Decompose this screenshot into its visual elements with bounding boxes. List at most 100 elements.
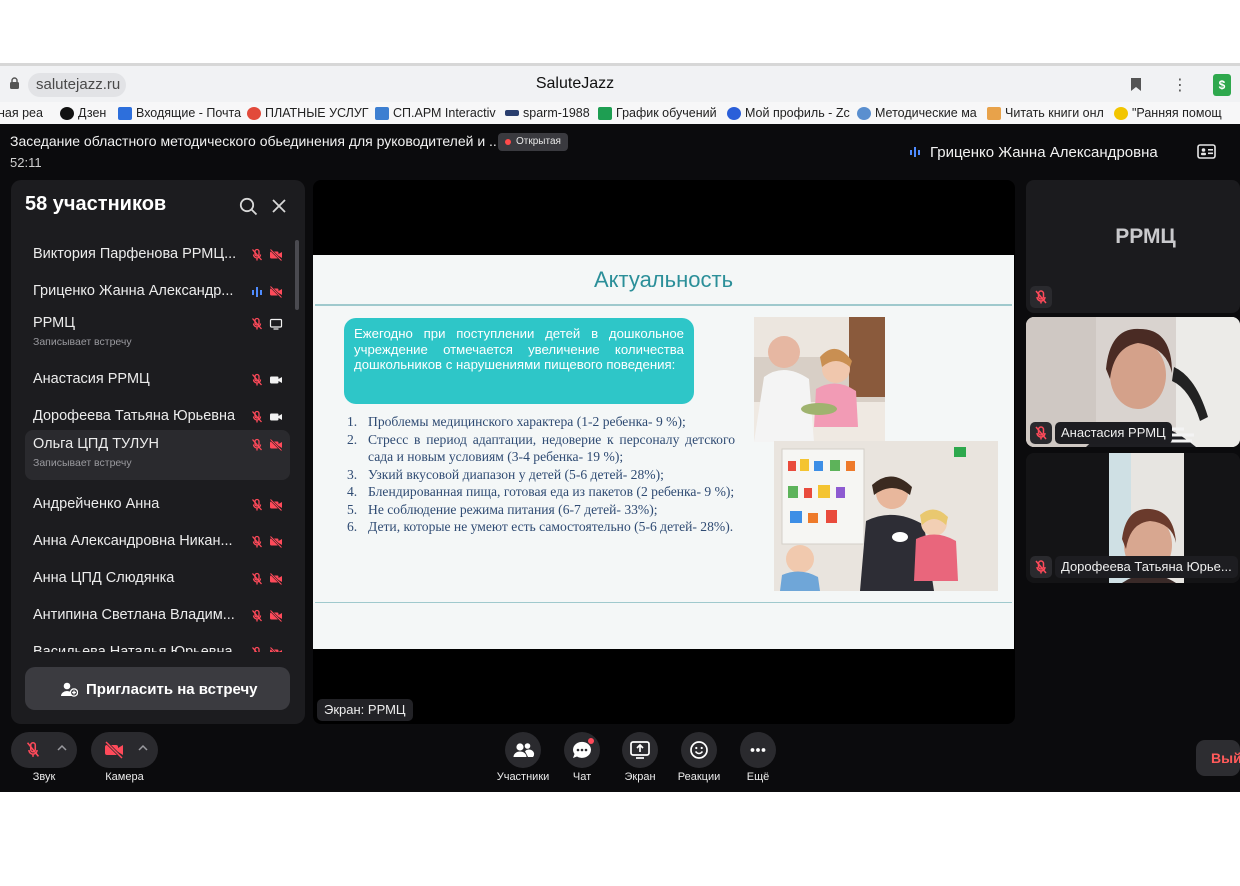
record-dot-icon — [505, 139, 511, 145]
slide-photo-children — [774, 441, 998, 591]
mic-muted-icon — [250, 572, 264, 586]
camera-off-icon — [269, 285, 283, 299]
participant-row[interactable]: Гриценко Жанна Александр... — [25, 277, 290, 307]
more-label: Ещё — [746, 771, 770, 783]
chat-button[interactable] — [564, 732, 600, 768]
more-button[interactable] — [740, 732, 776, 768]
mic-muted-icon — [250, 535, 264, 549]
participant-name: Дорофеева Татьяна Юрьевна — [33, 408, 236, 424]
tile-name: РРМЦ — [1115, 225, 1176, 248]
reactions-button[interactable] — [681, 732, 717, 768]
participant-name: Андрейченко Анна — [33, 496, 160, 512]
slide-list-item: 1. Проблемы медицинского характера (1-2 р… — [347, 413, 735, 431]
mic-muted-icon — [250, 498, 264, 512]
bookmark-item[interactable]: СП.АРМ Interactiv — [375, 106, 496, 120]
participant-row[interactable]: Ольга ЦПД ТУЛУН Записывает встречу — [25, 430, 290, 480]
participant-name: Гриценко Жанна Александр... — [33, 283, 234, 299]
screen-share-icon — [269, 317, 283, 331]
sound-control[interactable] — [11, 732, 77, 768]
slide-callout: Ежегодно при поступлении детей в дошколь… — [344, 318, 694, 404]
chat-label: Чат — [572, 771, 592, 783]
bookmark-item[interactable]: Мой профиль - Zc — [727, 106, 850, 120]
slide-list-number: 2. — [347, 431, 358, 447]
slide-photo-feeding — [754, 317, 885, 442]
participant-row[interactable]: РРМЦ Записывает встречу — [25, 309, 290, 359]
slide-title: Актуальность — [593, 267, 734, 292]
participants-button[interactable] — [505, 732, 541, 768]
layout-toggle-icon[interactable] — [1197, 144, 1216, 159]
speaking-icon — [910, 146, 920, 158]
slide-list-item: 5. Не соблюдение режима питания (6-7 дете… — [347, 501, 735, 519]
slide-list-number: 1. — [347, 414, 358, 429]
sound-label: Звук — [32, 771, 56, 783]
screen-share-label: Экран: РРМЦ — [317, 699, 413, 721]
participant-row[interactable]: Андрейченко Анна — [25, 490, 290, 520]
bookmark-item[interactable]: График обучений — [598, 106, 717, 120]
add-user-icon — [60, 681, 78, 697]
participant-row[interactable]: Антипина Светлана Владим... — [25, 601, 290, 631]
participant-row[interactable]: Дорофеева Татьяна Юрьевна — [25, 402, 290, 432]
extension-icon[interactable]: $ — [1213, 74, 1231, 96]
participant-name: Анна Александровна Никан... — [33, 533, 233, 549]
participant-name: Виктория Парфенова РРМЦ... — [33, 246, 237, 262]
slide-list-item: 3. Узкий вкусовой диапазон у детей (5-6 д… — [347, 466, 735, 484]
active-speaker-name: Гриценко Жанна Александровна — [930, 144, 1158, 161]
bookmark-item[interactable]: ПЛАТНЫЕ УСЛУГ — [247, 106, 369, 120]
browser-menu-icon[interactable]: ⋮ — [1172, 75, 1188, 95]
screen-share-button[interactable] — [622, 732, 658, 768]
slide-list-text: Стресс в период адаптации, недоверие к п… — [368, 431, 735, 465]
slide-list-number: 3. — [347, 466, 358, 482]
slide-list-item: 2. Стресс в период адаптации, недоверие к… — [347, 431, 735, 466]
close-icon[interactable] — [271, 198, 287, 214]
camera-label: Камера — [105, 771, 144, 783]
book-icon — [987, 106, 1001, 120]
slide-list-text: Не соблюдение режима питания (6-7 детей-… — [368, 501, 658, 517]
camera-off-icon — [269, 609, 283, 623]
bookmark-item[interactable]: Методические ма — [857, 106, 977, 120]
participant-status: Записывает встречу — [33, 336, 132, 348]
camera-control[interactable] — [91, 732, 158, 768]
slide-list-text: Проблемы медицинского характера (1-2 реб… — [368, 414, 686, 429]
camera-off-icon[interactable] — [103, 740, 125, 760]
slide-list-number: 4. — [347, 484, 358, 499]
screen-label: Экран — [624, 771, 656, 783]
mic-muted-icon — [250, 646, 264, 652]
dzen-icon — [60, 106, 74, 120]
bookmark-icon[interactable] — [1130, 77, 1142, 92]
bookmark-item[interactable]: sparm-1988 — [505, 106, 590, 120]
mic-muted-icon — [250, 248, 264, 262]
mic-muted-icon — [250, 410, 264, 424]
leave-button[interactable]: Вый — [1196, 740, 1240, 776]
camera-icon — [269, 373, 283, 387]
site-icon — [247, 106, 261, 120]
mic-muted-icon[interactable] — [23, 740, 43, 760]
participant-name: Ольга ЦПД ТУЛУН — [33, 436, 159, 452]
chevron-up-icon[interactable] — [138, 743, 148, 753]
participants-count-title: 58 участников — [25, 193, 167, 215]
chevron-up-icon[interactable] — [57, 743, 67, 753]
site-info-icon[interactable] — [9, 77, 20, 90]
participant-row[interactable]: Виктория Парфенова РРМЦ... — [25, 240, 290, 270]
slide-list-number: 5. — [347, 501, 358, 517]
participant-row[interactable]: Анастасия РРМЦ — [25, 365, 290, 395]
search-icon[interactable] — [239, 197, 258, 216]
sheets-icon — [598, 106, 612, 120]
bookmark-item[interactable]: Дзен — [60, 106, 106, 120]
tile-name: Дорофеева Татьяна Юрье... — [1055, 556, 1238, 578]
url-field[interactable]: salutejazz.ru — [28, 73, 126, 97]
slide-list: 1. Проблемы медицинского характера (1-2 р… — [347, 413, 735, 536]
bookmarks-bar: ная реа Дзен Входящие - Почта ПЛАТНЫЕ УС… — [0, 102, 1240, 124]
site-icon — [857, 106, 871, 120]
bookmark-item[interactable]: Читать книги онл — [987, 106, 1104, 120]
participant-row[interactable]: Анна ЦПД Слюдянка — [25, 564, 290, 594]
bookmark-item[interactable]: ная реа — [0, 106, 43, 120]
slide-list-item: 6. Дети, которые не умеют есть самостояте… — [347, 518, 735, 536]
participant-row[interactable]: Васильева Наталья Юрьевна — [25, 638, 290, 652]
participants-scrollbar[interactable] — [295, 240, 299, 310]
mic-muted-icon — [250, 317, 264, 331]
participant-row[interactable]: Анна Александровна Никан... — [25, 527, 290, 557]
camera-off-icon — [269, 646, 283, 652]
bookmark-item[interactable]: "Ранняя помощ — [1114, 106, 1222, 120]
bookmark-item[interactable]: Входящие - Почта — [118, 106, 241, 120]
participant-name: Васильева Наталья Юрьевна — [33, 644, 233, 652]
